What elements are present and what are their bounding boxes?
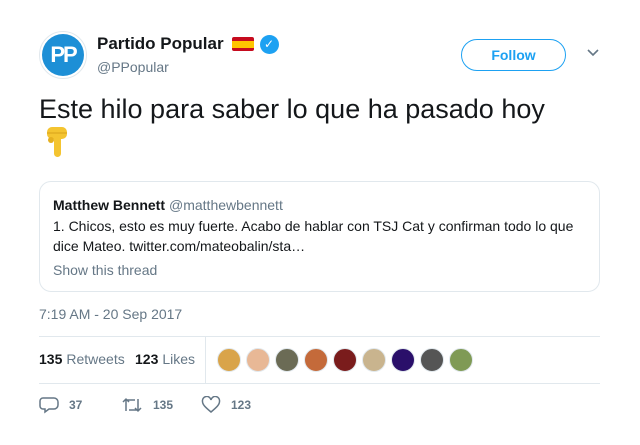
liker-avatar[interactable] [217,348,241,372]
like-count: 123 [231,398,252,412]
show-thread-link[interactable]: Show this thread [53,262,157,278]
quoted-author-handle: @matthewbennett [169,197,283,213]
spain-flag-icon [231,37,254,51]
retweet-count: 135 [153,398,174,412]
quoted-text: 1. Chicos, esto es muy fuerte. Acabo de … [53,218,574,254]
stats-separator [205,337,206,383]
retweet-icon [122,398,142,412]
liker-avatar[interactable] [362,348,386,372]
pointing-down-hand-icon [43,125,73,159]
retweets-stat[interactable]: 135 Retweets [39,351,125,367]
liker-avatar[interactable] [449,348,473,372]
quoted-author: Matthew Bennett @matthewbennett [53,197,283,213]
follow-button[interactable]: Follow [461,39,566,71]
divider [39,383,600,384]
liker-avatar[interactable] [275,348,299,372]
reply-icon [39,397,59,414]
quoted-author-name: Matthew Bennett [53,197,165,213]
liker-avatar[interactable] [391,348,415,372]
tweet-text: Este hilo para saber lo que ha pasado ho… [39,94,545,124]
likes-count: 123 [135,351,159,367]
display-name[interactable]: Partido Popular [97,34,224,54]
reply-count: 37 [69,398,83,412]
liker-avatar[interactable] [420,348,444,372]
like-button[interactable]: 123 [201,396,251,414]
liker-avatar[interactable] [333,348,357,372]
timestamp[interactable]: 7:19 AM - 20 Sep 2017 [39,306,182,322]
retweet-button[interactable]: 135 [121,396,173,414]
retweets-label: Retweets [66,351,125,367]
user-handle[interactable]: @PPopular [97,59,169,75]
tweet-header: PP Partido Popular ✓ @PPopular Follow [39,31,601,79]
liker-avatar[interactable] [246,348,270,372]
verified-badge-icon: ✓ [259,34,279,54]
likers-avatars [217,348,478,372]
avatar-logo: PP [42,34,84,76]
avatar[interactable]: PP [39,31,87,79]
likes-stat[interactable]: 123 Likes [135,351,195,367]
reply-button[interactable]: 37 [39,396,82,414]
likes-label: Likes [162,351,196,367]
name-row: Partido Popular ✓ [97,33,279,55]
liker-avatar[interactable] [304,348,328,372]
tweet-stats: 135 Retweets 123 Likes [39,337,600,383]
heart-icon [201,396,221,413]
quoted-tweet[interactable]: Matthew Bennett @matthewbennett 1. Chicos… [39,181,600,292]
retweets-count: 135 [39,351,63,367]
tweet-actions: 37 135 123 [39,392,600,420]
chevron-down-icon[interactable] [585,45,601,61]
